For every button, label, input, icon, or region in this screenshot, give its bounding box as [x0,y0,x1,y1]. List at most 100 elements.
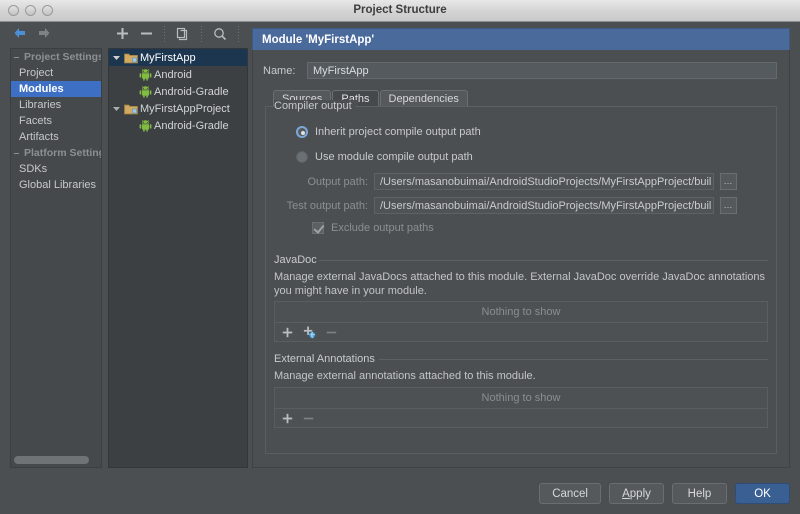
javadoc-empty-text: Nothing to show [275,302,767,323]
exclude-output-paths-row[interactable]: Exclude output paths [312,222,434,234]
sidebar-item-label: SDKs [19,163,48,175]
exclude-output-paths-label: Exclude output paths [331,222,434,234]
help-button[interactable]: Help [672,483,727,504]
sidebar-item-project[interactable]: Project [11,65,101,81]
use-module-output-label: Use module compile output path [315,151,473,163]
dialog-button-bar: Cancel Apply Help OK [539,483,790,504]
sidebar-item-libraries[interactable]: Libraries [11,97,101,113]
javadoc-list-toolbar [275,323,767,342]
tree-toolbar: » [110,24,265,43]
arrow-right-icon [37,26,52,40]
sidebar-item-label: Artifacts [19,131,59,143]
paths-tab-panel: Compiler output Inherit project compile … [265,100,777,454]
sidebar-item-artifacts[interactable]: Artifacts [11,129,101,145]
apply-mnemonic: A [622,487,630,500]
sidebar-item-label: Project [19,67,54,79]
chevron-down-icon[interactable] [109,53,123,62]
sidebar-item-modules[interactable]: Modules [11,81,101,97]
window-titlebar: Project Structure [0,0,800,22]
table-row[interactable]: Android-Gradle [109,117,247,134]
sidebar-horizontal-scrollbar[interactable] [14,456,89,464]
module-name-label: Name: [263,64,296,77]
tree-node-label: MyFirstAppProject [140,102,230,115]
browse-test-output-path-button[interactable]: … [720,197,737,214]
sidebar-item-label: Facets [19,115,53,127]
cancel-button[interactable]: Cancel [539,483,601,504]
table-row[interactable]: Android [109,66,247,83]
remove-javadoc-button [326,327,337,338]
external-annotations-section-title: External Annotations [274,353,381,365]
navigation-buttons [12,26,52,40]
toolbar-separator-1 [161,24,168,43]
output-path-row: Output path: /Users/masanobuimai/Android… [280,173,737,190]
minus-icon[interactable] [134,24,158,43]
sidebar-group-label: Platform Settings [24,147,101,159]
add-javadoc-button[interactable] [282,327,293,338]
page-title: Module 'MyFirstApp' [252,28,790,50]
radio-selected-icon[interactable] [296,126,308,138]
settings-sidebar[interactable]: Project Settings Project Modules Librari… [10,48,102,468]
toolbar-separator-2 [198,24,205,43]
module-name-row: Name: MyFirstApp [263,62,777,79]
android-facet-icon [137,68,153,81]
radio-unselected-icon[interactable] [296,151,308,163]
tree-node-label: Android-Gradle [154,85,229,98]
chevron-down-icon[interactable] [109,104,123,113]
external-annotations-list[interactable]: Nothing to show [274,387,768,428]
tree-node-label: Android-Gradle [154,119,229,132]
test-output-path-label: Test output path: [286,199,368,212]
apply-rest: pply [629,487,651,500]
window-title: Project Structure [353,4,447,16]
output-path-label: Output path: [307,175,368,188]
table-row[interactable]: MyFirstAppProject [109,100,247,117]
sidebar-item-label: Global Libraries [19,179,97,191]
remove-annotation-button [303,413,314,424]
table-row[interactable]: MyFirstApp [109,49,247,66]
javadoc-list[interactable]: Nothing to show [274,301,768,342]
javadoc-rule [319,260,768,261]
module-name-input[interactable]: MyFirstApp [307,62,777,79]
browse-output-path-button[interactable]: … [720,173,737,190]
module-editor-body: Name: MyFirstApp Sources Paths Dependenc… [252,50,790,468]
sidebar-group-project-settings: Project Settings [11,49,101,65]
project-structure-dialog: Project Structure Project Settings Proje… [0,0,800,514]
checkbox-checked-icon[interactable] [312,222,324,234]
toolbar-separator-3 [235,24,242,43]
sidebar-item-facets[interactable]: Facets [11,113,101,129]
sidebar-group-label: Project Settings [24,51,102,63]
add-annotation-button[interactable] [282,413,293,424]
arrow-left-icon[interactable] [12,26,27,40]
android-facet-icon [137,85,153,98]
tab-dependencies[interactable]: Dependencies [379,90,468,107]
external-annotations-description: Manage external annotations attached to … [274,370,536,382]
external-annotations-list-toolbar [275,409,767,428]
plus-icon[interactable] [110,24,134,43]
module-tree[interactable]: MyFirstApp Android Android-Gradle MyFirs… [108,48,248,468]
tree-node-label: MyFirstApp [140,51,196,64]
inherit-output-radio-row[interactable]: Inherit project compile output path [296,126,481,138]
external-annotations-rule [379,359,768,360]
add-javadoc-url-button[interactable] [303,326,316,339]
javadoc-section-title: JavaDoc [274,254,323,266]
use-module-output-radio-row[interactable]: Use module compile output path [296,151,473,163]
sidebar-group-platform-settings: Platform Settings [11,145,101,161]
apply-button[interactable]: Apply [609,483,664,504]
module-editor-pane: Module 'MyFirstApp' Name: MyFirstApp Sou… [252,28,790,468]
sidebar-item-global-libraries[interactable]: Global Libraries [11,177,101,193]
javadoc-description: Manage external JavaDocs attached to thi… [274,271,765,297]
inherit-output-label: Inherit project compile output path [315,126,481,138]
table-row[interactable]: Android-Gradle [109,83,247,100]
sidebar-item-sdks[interactable]: SDKs [11,161,101,177]
tree-node-label: Android [154,68,192,81]
ok-button[interactable]: OK [735,483,790,504]
android-facet-icon [137,119,153,132]
folder-module-icon [123,103,139,115]
external-annotations-empty-text: Nothing to show [275,388,767,409]
sidebar-item-label: Libraries [19,99,62,111]
test-output-path-input[interactable]: /Users/masanobuimai/AndroidStudioProject… [374,197,714,214]
output-path-input[interactable]: /Users/masanobuimai/AndroidStudioProject… [374,173,714,190]
copy-icon[interactable] [171,24,195,43]
folder-module-icon [123,52,139,64]
search-icon[interactable] [208,24,232,43]
sidebar-item-label: Modules [19,83,64,95]
